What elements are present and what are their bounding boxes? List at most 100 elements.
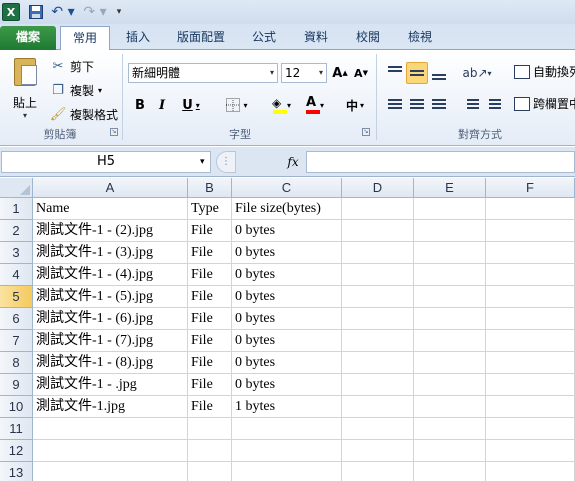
save-icon[interactable]	[28, 3, 44, 21]
cell-C6[interactable]: 0 bytes	[232, 308, 342, 330]
chevron-down-icon[interactable]: ▾	[196, 101, 200, 110]
redo-icon[interactable]: ↷ ▾	[82, 3, 108, 21]
cell-A3[interactable]: 測試文件-1 - (3).jpg	[33, 242, 188, 264]
tab-file[interactable]: 檔案	[0, 26, 56, 50]
cell-F2[interactable]	[486, 220, 575, 242]
cell-E12[interactable]	[414, 440, 486, 462]
row-header[interactable]: 3	[0, 242, 33, 264]
cell-B13[interactable]	[188, 462, 232, 481]
formula-input[interactable]	[306, 151, 575, 173]
chevron-down-icon[interactable]: ▾	[287, 101, 291, 110]
row-header[interactable]: 7	[0, 330, 33, 352]
cell-F1[interactable]	[486, 198, 575, 220]
cell-E4[interactable]	[414, 264, 486, 286]
copy-button[interactable]: ❐ 複製 ▾	[50, 80, 102, 100]
cell-C7[interactable]: 0 bytes	[232, 330, 342, 352]
row-header[interactable]: 4	[0, 264, 33, 286]
chevron-down-icon[interactable]: ▾	[270, 64, 274, 82]
tab-view[interactable]: 檢視	[398, 26, 442, 50]
cell-C12[interactable]	[232, 440, 342, 462]
cell-B3[interactable]: File	[188, 242, 232, 264]
align-center-button[interactable]	[406, 94, 428, 116]
cell-A2[interactable]: 測試文件-1 - (2).jpg	[33, 220, 188, 242]
cell-D7[interactable]	[342, 330, 414, 352]
cell-D12[interactable]	[342, 440, 414, 462]
column-header[interactable]: D	[342, 178, 414, 198]
cell-A1[interactable]: Name	[33, 198, 188, 220]
select-all-button[interactable]	[0, 178, 33, 198]
chevron-down-icon[interactable]: ▾	[6, 111, 44, 120]
cell-E13[interactable]	[414, 462, 486, 481]
cell-D11[interactable]	[342, 418, 414, 440]
cell-C10[interactable]: 1 bytes	[232, 396, 342, 418]
cell-B7[interactable]: File	[188, 330, 232, 352]
cell-B5[interactable]: File	[188, 286, 232, 308]
chevron-down-icon[interactable]: ▾	[200, 151, 205, 173]
cell-F9[interactable]	[486, 374, 575, 396]
column-header[interactable]: C	[232, 178, 342, 198]
cell-C9[interactable]: 0 bytes	[232, 374, 342, 396]
cell-B6[interactable]: File	[188, 308, 232, 330]
align-right-button[interactable]	[428, 94, 450, 116]
chevron-down-icon[interactable]: ▾	[319, 64, 323, 82]
chevron-down-icon[interactable]: ▾	[488, 69, 492, 78]
cell-C4[interactable]: 0 bytes	[232, 264, 342, 286]
tab-page-layout[interactable]: 版面配置	[168, 26, 234, 50]
fill-color-button[interactable]: ◈ ▾	[266, 95, 294, 115]
chevron-down-icon[interactable]: ▾	[98, 86, 102, 95]
row-header[interactable]: 9	[0, 374, 33, 396]
font-color-button[interactable]: A ▾	[298, 95, 328, 115]
cell-C2[interactable]: 0 bytes	[232, 220, 342, 242]
cell-A7[interactable]: 測試文件-1 - (7).jpg	[33, 330, 188, 352]
customize-toolbar-icon[interactable]: ▾	[114, 3, 124, 21]
tab-review[interactable]: 校閱	[346, 26, 390, 50]
row-header[interactable]: 6	[0, 308, 33, 330]
cell-E6[interactable]	[414, 308, 486, 330]
cell-D9[interactable]	[342, 374, 414, 396]
column-header[interactable]: A	[33, 178, 188, 198]
shrink-font-button[interactable]: A ▼	[352, 63, 370, 83]
row-header[interactable]: 11	[0, 418, 33, 440]
insert-function-icon[interactable]: fx	[283, 151, 303, 173]
cell-B2[interactable]: File	[188, 220, 232, 242]
cell-A9[interactable]: 測試文件-1 - .jpg	[33, 374, 188, 396]
cell-D2[interactable]	[342, 220, 414, 242]
cell-C3[interactable]: 0 bytes	[232, 242, 342, 264]
cell-D4[interactable]	[342, 264, 414, 286]
cell-B10[interactable]: File	[188, 396, 232, 418]
cell-B12[interactable]	[188, 440, 232, 462]
cell-B1[interactable]: Type	[188, 198, 232, 220]
dialog-launcher-icon[interactable]: ↘	[362, 128, 370, 136]
cell-A8[interactable]: 測試文件-1 - (8).jpg	[33, 352, 188, 374]
cell-A13[interactable]	[33, 462, 188, 481]
cell-C11[interactable]	[232, 418, 342, 440]
dialog-launcher-icon[interactable]: ↘	[110, 128, 118, 136]
cell-B11[interactable]	[188, 418, 232, 440]
cell-E3[interactable]	[414, 242, 486, 264]
excel-logo-icon[interactable]: X	[2, 3, 20, 21]
cell-A12[interactable]	[33, 440, 188, 462]
row-header[interactable]: 13	[0, 462, 33, 481]
cell-E5[interactable]	[414, 286, 486, 308]
row-header[interactable]: 10	[0, 396, 33, 418]
cell-F5[interactable]	[486, 286, 575, 308]
cut-button[interactable]: ✂ 剪下	[50, 56, 94, 76]
cell-E2[interactable]	[414, 220, 486, 242]
tab-home[interactable]: 常用	[60, 26, 110, 51]
cell-F4[interactable]	[486, 264, 575, 286]
orientation-button[interactable]: ab↗ ▾	[462, 62, 492, 84]
column-header[interactable]: F	[486, 178, 575, 198]
cell-A5[interactable]: 測試文件-1 - (5).jpg	[33, 286, 188, 308]
align-left-button[interactable]	[384, 94, 406, 116]
cell-E9[interactable]	[414, 374, 486, 396]
cell-A6[interactable]: 測試文件-1 - (6).jpg	[33, 308, 188, 330]
row-header[interactable]: 1	[0, 198, 33, 220]
align-middle-button[interactable]	[406, 62, 428, 84]
cell-E11[interactable]	[414, 418, 486, 440]
cell-C8[interactable]: 0 bytes	[232, 352, 342, 374]
align-top-button[interactable]	[384, 62, 406, 84]
cell-F7[interactable]	[486, 330, 575, 352]
increase-indent-button[interactable]	[484, 94, 506, 116]
row-header[interactable]: 2	[0, 220, 33, 242]
format-painter-button[interactable]: 🖌 複製格式	[50, 104, 118, 124]
